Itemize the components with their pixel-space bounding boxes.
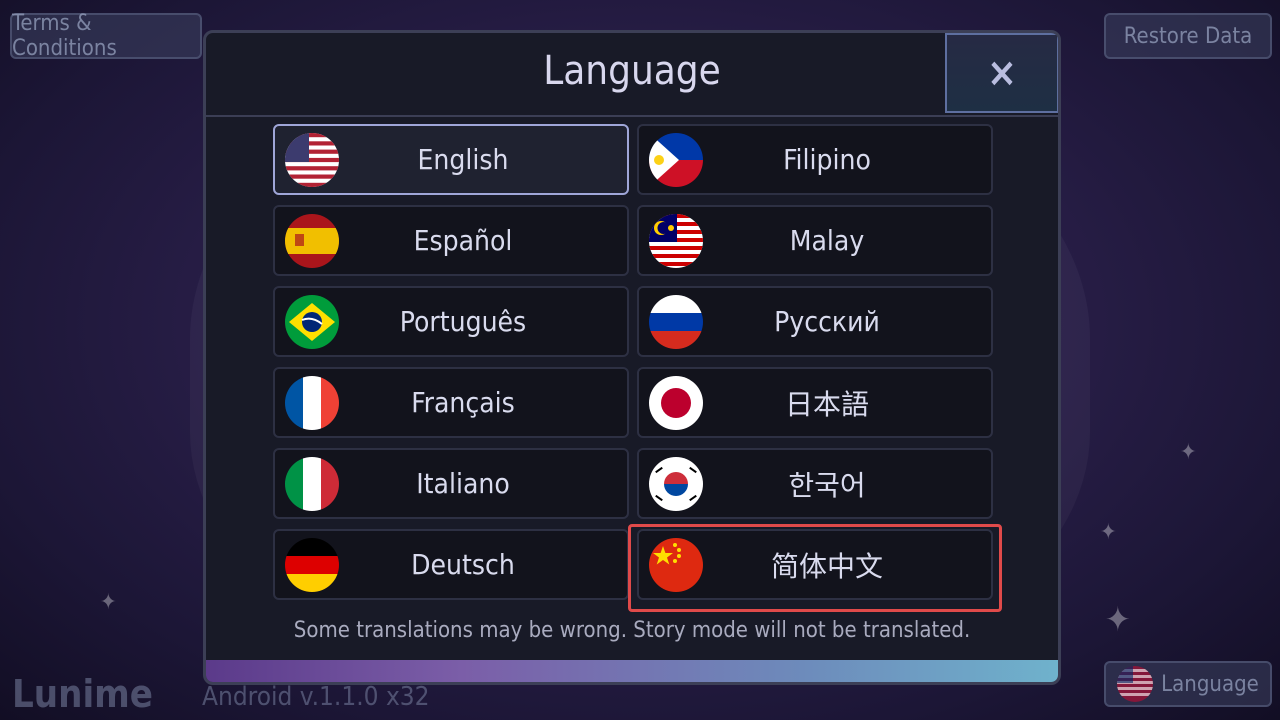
sparkle-icon: ✦ — [1105, 600, 1131, 640]
highlight-box — [628, 524, 1002, 612]
translation-note: Some translations may be wrong. Story mo… — [293, 618, 971, 643]
language-option-italiano[interactable]: Italiano — [273, 448, 629, 519]
italy-flag-icon — [285, 456, 339, 511]
sparkle-icon: ✦ — [100, 590, 117, 615]
dialog-bottom-bar — [206, 660, 1058, 682]
sparkle-icon: ✦ — [1100, 520, 1117, 545]
germany-flag-icon — [285, 537, 339, 592]
japan-flag-icon — [649, 375, 703, 430]
spain-flag-icon — [285, 213, 339, 268]
language-option-deutsch[interactable]: Deutsch — [273, 529, 629, 600]
russia-flag-icon — [649, 294, 703, 349]
language-option-russian[interactable]: Русский — [637, 286, 993, 357]
us-flag-icon — [285, 132, 339, 187]
version-label: Android v.1.1.0 x32 — [202, 682, 430, 712]
korea-flag-icon — [649, 456, 703, 511]
dialog-title: Language — [543, 48, 721, 94]
language-label: Malay — [789, 224, 865, 257]
language-label: Español — [413, 224, 513, 257]
language-option-english[interactable]: English — [273, 124, 629, 195]
language-option-portugues[interactable]: Português — [273, 286, 629, 357]
language-label: Filipino — [783, 143, 871, 176]
language-option-francais[interactable]: Français — [273, 367, 629, 438]
close-button[interactable]: × — [945, 33, 1058, 113]
language-option-malay[interactable]: Malay — [637, 205, 993, 276]
language-label: Français — [411, 386, 515, 419]
close-icon: × — [986, 50, 1018, 96]
restore-data-button[interactable]: Restore Data — [1104, 13, 1272, 59]
language-option-filipino[interactable]: Filipino — [637, 124, 993, 195]
terms-and-conditions-button[interactable]: Terms & Conditions — [10, 11, 202, 61]
language-label: Русский — [774, 305, 880, 338]
brazil-flag-icon — [285, 294, 339, 349]
language-label: Italiano — [416, 467, 510, 500]
language-button[interactable]: Language — [1104, 661, 1272, 707]
language-option-espanol[interactable]: Español — [273, 205, 629, 276]
language-label: Deutsch — [411, 548, 515, 581]
language-label: 한국어 — [788, 468, 866, 502]
france-flag-icon — [285, 375, 339, 430]
malaysia-flag-icon — [649, 213, 703, 268]
dialog-header: Language × — [206, 33, 1058, 117]
us-flag-icon — [1117, 666, 1154, 702]
language-label: 日本語 — [784, 387, 869, 421]
language-button-label: Language — [1161, 671, 1259, 697]
sparkle-icon: ✦ — [1180, 440, 1197, 465]
language-option-japanese[interactable]: 日本語 — [637, 367, 993, 438]
brand-logo: Lunime — [12, 672, 153, 716]
philippines-flag-icon — [649, 132, 703, 187]
language-label: English — [417, 143, 509, 176]
language-label: Português — [399, 305, 527, 338]
language-option-korean[interactable]: 한국어 — [637, 448, 993, 519]
